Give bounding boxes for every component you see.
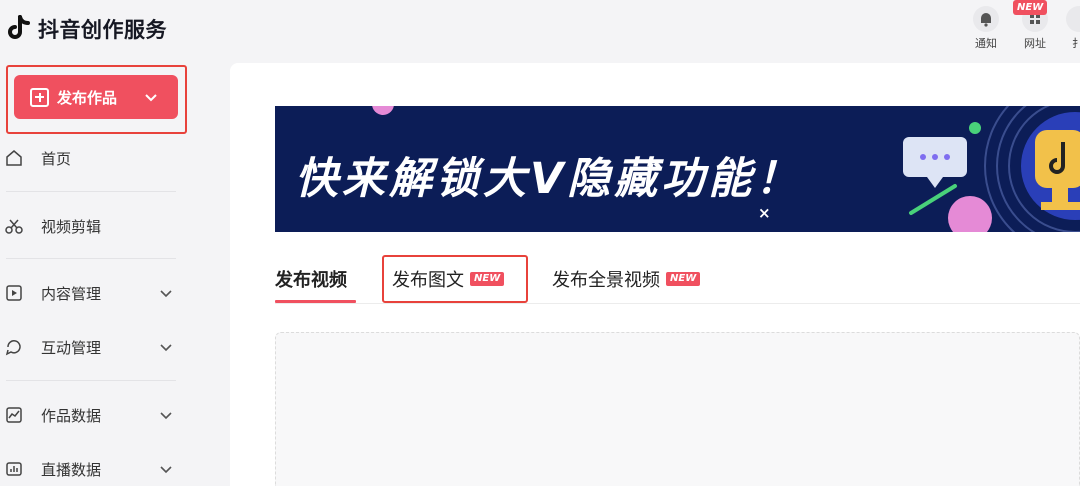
publish-highlight-box: 发布作品	[6, 65, 187, 134]
divider	[6, 380, 176, 381]
play-square-icon	[6, 285, 22, 301]
sidebar-item-label: 视频剪辑	[41, 217, 102, 236]
sidebar-item-label: 内容管理	[41, 284, 102, 303]
douyin-logo-icon	[8, 15, 30, 39]
website-label: 网址	[1024, 37, 1046, 50]
sidebar-item-video-edit[interactable]: 视频剪辑	[0, 206, 190, 246]
topbar-more-label: 扌	[1072, 37, 1080, 50]
bell-icon	[973, 6, 999, 32]
app-logo[interactable]: 抖音创作服务	[6, 14, 167, 44]
upload-drop-area[interactable]	[275, 332, 1080, 486]
divider	[6, 258, 176, 259]
new-badge: NEW	[1013, 0, 1048, 15]
chevron-down-icon	[145, 94, 157, 102]
chevron-down-icon	[160, 290, 172, 298]
home-icon	[6, 150, 22, 166]
publish-button-label: 发布作品	[57, 88, 118, 107]
sidebar-item-interaction-management[interactable]: 互动管理	[0, 327, 190, 367]
sidebar-item-live-data[interactable]: 直播数据	[0, 449, 190, 486]
promo-banner[interactable]: 快来解锁大V隐藏功能！ ×	[275, 106, 1080, 232]
live-bar-chart-icon	[6, 462, 22, 476]
scissors-icon	[5, 219, 23, 234]
user-icon	[1066, 6, 1080, 32]
publish-button[interactable]: 发布作品	[14, 75, 178, 119]
notification-button[interactable]: 通知	[966, 6, 1006, 50]
sidebar-item-content-management[interactable]: 内容管理	[0, 273, 190, 313]
sidebar-item-label: 直播数据	[41, 460, 102, 479]
sidebar-item-works-data[interactable]: 作品数据	[0, 395, 190, 435]
sidebar-item-label: 首页	[41, 149, 72, 168]
sidebar-item-home[interactable]: 首页	[0, 138, 190, 178]
tab-publish-panorama-video[interactable]: 发布全景视频 NEW	[552, 262, 701, 296]
tab-label: 发布视频	[275, 270, 347, 291]
chevron-down-icon	[160, 412, 172, 420]
sidebar: 抖音创作服务 发布作品 首页 视频剪辑 内容管理 互动管理 作品数据 直播数据	[0, 0, 203, 486]
sidebar-item-label: 作品数据	[41, 406, 102, 425]
sidebar-item-label: 互动管理	[41, 338, 102, 357]
divider	[6, 191, 176, 192]
chevron-down-icon	[160, 344, 172, 352]
new-badge: NEW	[666, 272, 701, 286]
tabs-divider	[275, 303, 1080, 304]
plus-square-icon	[30, 87, 49, 107]
chevron-down-icon	[160, 466, 172, 474]
chart-line-icon	[6, 407, 22, 423]
tab-publish-video[interactable]: 发布视频	[275, 262, 347, 296]
banner-headline: 快来解锁大V隐藏功能！	[295, 154, 803, 204]
topbar-more-button[interactable]: 扌	[1062, 6, 1080, 50]
tab-highlight-box	[382, 255, 528, 303]
chat-bubble-icon	[5, 340, 21, 356]
banner-close-icon[interactable]: ×	[758, 204, 771, 222]
app-title: 抖音创作服务	[38, 18, 167, 42]
tab-label: 发布全景视频	[552, 270, 660, 291]
notification-label: 通知	[975, 37, 997, 50]
